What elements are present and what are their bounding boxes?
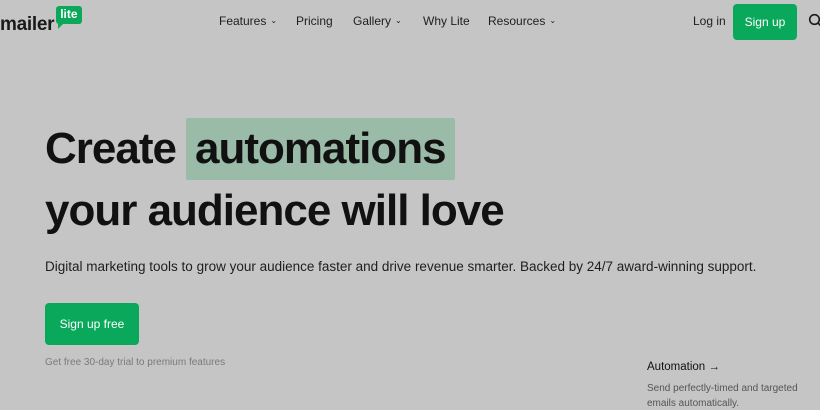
nav-gallery-label: Gallery	[353, 14, 392, 28]
hero-subtitle: Digital marketing tools to grow your aud…	[45, 259, 757, 274]
automation-link[interactable]: Automation →	[647, 361, 720, 373]
hero-heading-line2: your audience will love	[45, 186, 505, 235]
nav-why-lite[interactable]: Why Lite	[423, 14, 470, 28]
hero-heading-prefix: Create	[45, 124, 177, 173]
nav-features-label: Features	[219, 14, 267, 28]
trial-note: Get free 30-day trial to premium feature…	[45, 357, 226, 368]
hero-heading-highlight: automations	[185, 118, 455, 180]
mailerlite-logo[interactable]: mailer lite	[0, 6, 82, 36]
chevron-down-icon: ⌄	[270, 15, 278, 25]
site-header: mailer lite Features ⌄ Pricing Gallery ⌄…	[0, 0, 820, 44]
nav-pricing[interactable]: Pricing	[296, 14, 333, 28]
nav-features[interactable]: Features ⌄	[219, 14, 277, 28]
automation-description: Send perfectly-timed and targeted emails…	[647, 383, 798, 409]
signup-button[interactable]: Sign up	[733, 4, 797, 40]
nav-resources-label: Resources	[488, 14, 546, 28]
login-link[interactable]: Log in	[693, 14, 726, 28]
signup-free-button[interactable]: Sign up free	[45, 303, 139, 345]
search-icon[interactable]	[808, 13, 820, 29]
nav-why-lite-label: Why Lite	[423, 14, 470, 28]
nav-resources[interactable]: Resources ⌄	[488, 14, 556, 28]
chevron-down-icon: ⌄	[549, 15, 557, 25]
hero-heading-line1: Create automations	[45, 118, 455, 180]
chevron-down-icon: ⌄	[395, 15, 402, 25]
logo-badge: lite	[56, 6, 82, 29]
nav-gallery[interactable]: Gallery ⌄	[353, 14, 402, 28]
logo-wordmark: mailer	[0, 14, 55, 35]
nav-pricing-label: Pricing	[296, 14, 333, 28]
